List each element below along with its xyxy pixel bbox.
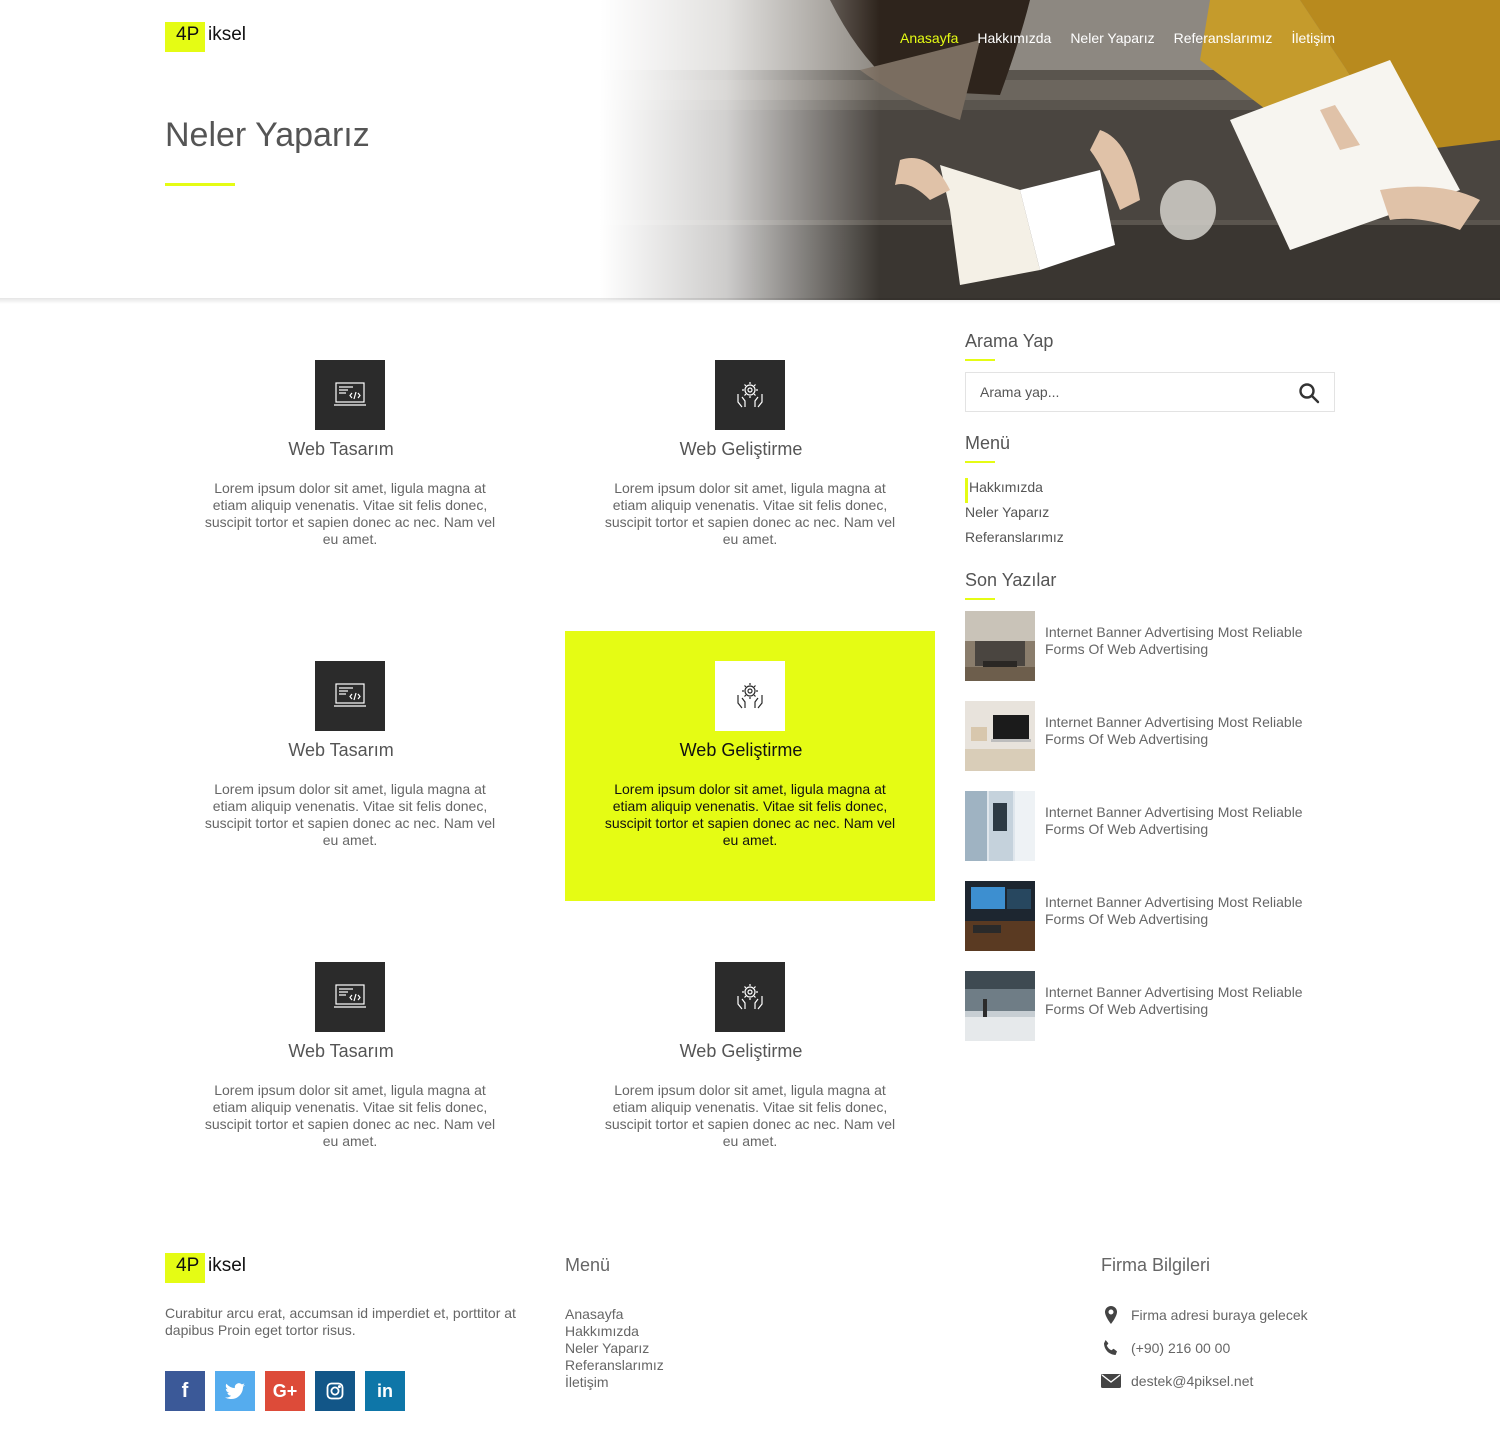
heading-underline — [965, 598, 995, 600]
service-title: Web Geliştirme — [679, 439, 803, 459]
service-card-highlighted: Web Geliştirme Lorem ipsum dolor sit ame… — [565, 631, 935, 901]
nav-item-anasayfa[interactable]: Anasayfa — [900, 30, 958, 46]
code-laptop-icon — [315, 661, 385, 731]
sidebar-item-hakkimizda[interactable]: Hakkımızda — [965, 478, 1064, 503]
company-address: Firma adresi buraya gelecek — [1101, 1305, 1308, 1325]
code-laptop-icon — [315, 962, 385, 1032]
sidebar-item-neler-yapariz[interactable]: Neler Yaparız — [965, 503, 1064, 528]
footer-menu-item-anasayfa[interactable]: Anasayfa — [565, 1306, 664, 1323]
service-card: Web Geliştirme Lorem ipsum dolor sit ame… — [565, 330, 935, 600]
envelope-icon — [1101, 1371, 1121, 1391]
service-title: Web Tasarım — [288, 740, 394, 760]
recent-post[interactable]: Internet Banner Advertising Most Reliabl… — [965, 611, 1335, 681]
recent-posts-heading: Son Yazılar — [965, 570, 1057, 590]
gear-hands-icon — [715, 661, 785, 731]
linkedin-icon[interactable]: in — [365, 1371, 405, 1411]
post-thumbnail[interactable] — [965, 701, 1035, 771]
service-card: Web Tasarım Lorem ipsum dolor sit amet, … — [165, 330, 535, 600]
nav-item-hakkimizda[interactable]: Hakkımızda — [977, 30, 1051, 46]
search-box — [965, 372, 1335, 412]
post-thumbnail[interactable] — [965, 791, 1035, 861]
service-title: Web Geliştirme — [679, 740, 803, 760]
email-text: destek@4piksel.net — [1131, 1373, 1254, 1389]
service-card: Web Geliştirme Lorem ipsum dolor sit ame… — [565, 932, 935, 1202]
heading-underline — [965, 461, 995, 463]
address-text: Firma adresi buraya gelecek — [1131, 1307, 1308, 1323]
logo-text: iksel — [208, 1255, 247, 1276]
logo-mark: 4P — [165, 22, 205, 52]
service-title: Web Tasarım — [288, 439, 394, 459]
service-description: Lorem ipsum dolor sit amet, ligula magna… — [604, 1082, 896, 1149]
sidebar-item-referanslarimiz[interactable]: Referanslarımız — [965, 528, 1064, 553]
service-description: Lorem ipsum dolor sit amet, ligula magna… — [604, 480, 896, 547]
header-logo[interactable]: 4P iksel — [165, 22, 246, 52]
search-input[interactable] — [980, 373, 1280, 411]
instagram-icon[interactable] — [315, 1371, 355, 1411]
service-title: Web Tasarım — [288, 1041, 394, 1061]
company-info-heading: Firma Bilgileri — [1101, 1255, 1211, 1275]
footer-logo[interactable]: 4P iksel — [165, 1253, 246, 1283]
main-nav: Anasayfa Hakkımızda Neler Yaparız Refera… — [900, 30, 1335, 46]
phone-text: (+90) 216 00 00 — [1131, 1340, 1231, 1356]
recent-post[interactable]: Internet Banner Advertising Most Reliabl… — [965, 881, 1335, 951]
service-description: Lorem ipsum dolor sit amet, ligula magna… — [204, 1082, 496, 1149]
post-title[interactable]: Internet Banner Advertising Most Reliabl… — [1045, 894, 1335, 928]
service-card: Web Tasarım Lorem ipsum dolor sit amet, … — [165, 631, 535, 901]
nav-item-iletisim[interactable]: İletişim — [1291, 30, 1335, 46]
footer-menu-item-referanslarimiz[interactable]: Referanslarımız — [565, 1357, 664, 1374]
service-description: Lorem ipsum dolor sit amet, ligula magna… — [204, 480, 496, 547]
post-thumbnail[interactable] — [965, 881, 1035, 951]
post-title[interactable]: Internet Banner Advertising Most Reliabl… — [1045, 804, 1335, 838]
recent-post[interactable]: Internet Banner Advertising Most Reliabl… — [965, 971, 1335, 1041]
twitter-icon[interactable] — [215, 1371, 255, 1411]
search-heading: Arama Yap — [965, 331, 1054, 351]
service-description: Lorem ipsum dolor sit amet, ligula magna… — [204, 781, 496, 848]
footer-menu-item-iletisim[interactable]: İletişim — [565, 1374, 664, 1391]
search-icon[interactable] — [1298, 382, 1320, 404]
nav-item-referanslarimiz[interactable]: Referanslarımız — [1174, 30, 1273, 46]
recent-post[interactable]: Internet Banner Advertising Most Reliabl… — [965, 791, 1335, 861]
footer-menu-item-hakkimizda[interactable]: Hakkımızda — [565, 1323, 664, 1340]
post-thumbnail[interactable] — [965, 971, 1035, 1041]
footer-menu: Anasayfa Hakkımızda Neler Yaparız Refera… — [565, 1306, 664, 1391]
google-plus-icon[interactable]: G+ — [265, 1371, 305, 1411]
page-title: Neler Yaparız — [165, 116, 370, 154]
footer-menu-item-neler-yapariz[interactable]: Neler Yaparız — [565, 1340, 664, 1357]
gear-hands-icon — [715, 360, 785, 430]
social-links: f G+ in — [165, 1371, 405, 1411]
service-title: Web Geliştirme — [679, 1041, 803, 1061]
code-laptop-icon — [315, 360, 385, 430]
company-phone: (+90) 216 00 00 — [1101, 1338, 1230, 1358]
title-underline — [165, 183, 235, 186]
gear-hands-icon — [715, 962, 785, 1032]
service-card: Web Tasarım Lorem ipsum dolor sit amet, … — [165, 932, 535, 1202]
heading-underline — [965, 359, 995, 361]
map-marker-icon — [1101, 1305, 1121, 1325]
footer-about-text: Curabitur arcu erat, accumsan id imperdi… — [165, 1305, 516, 1338]
logo-text: iksel — [208, 24, 247, 45]
logo-mark: 4P — [165, 1253, 205, 1283]
recent-post[interactable]: Internet Banner Advertising Most Reliabl… — [965, 701, 1335, 771]
nav-item-neler-yapariz[interactable]: Neler Yaparız — [1070, 30, 1154, 46]
post-title[interactable]: Internet Banner Advertising Most Reliabl… — [1045, 714, 1335, 748]
phone-icon — [1101, 1338, 1121, 1358]
service-description: Lorem ipsum dolor sit amet, ligula magna… — [604, 781, 896, 848]
company-email: destek@4piksel.net — [1101, 1371, 1253, 1391]
facebook-icon[interactable]: f — [165, 1371, 205, 1411]
post-title[interactable]: Internet Banner Advertising Most Reliabl… — [1045, 984, 1335, 1018]
footer-menu-heading: Menü — [565, 1255, 611, 1275]
sidebar-menu: Hakkımızda Neler Yaparız Referanslarımız — [965, 478, 1064, 553]
post-title[interactable]: Internet Banner Advertising Most Reliabl… — [1045, 624, 1335, 658]
menu-heading: Menü — [965, 433, 1011, 453]
post-thumbnail[interactable] — [965, 611, 1035, 681]
